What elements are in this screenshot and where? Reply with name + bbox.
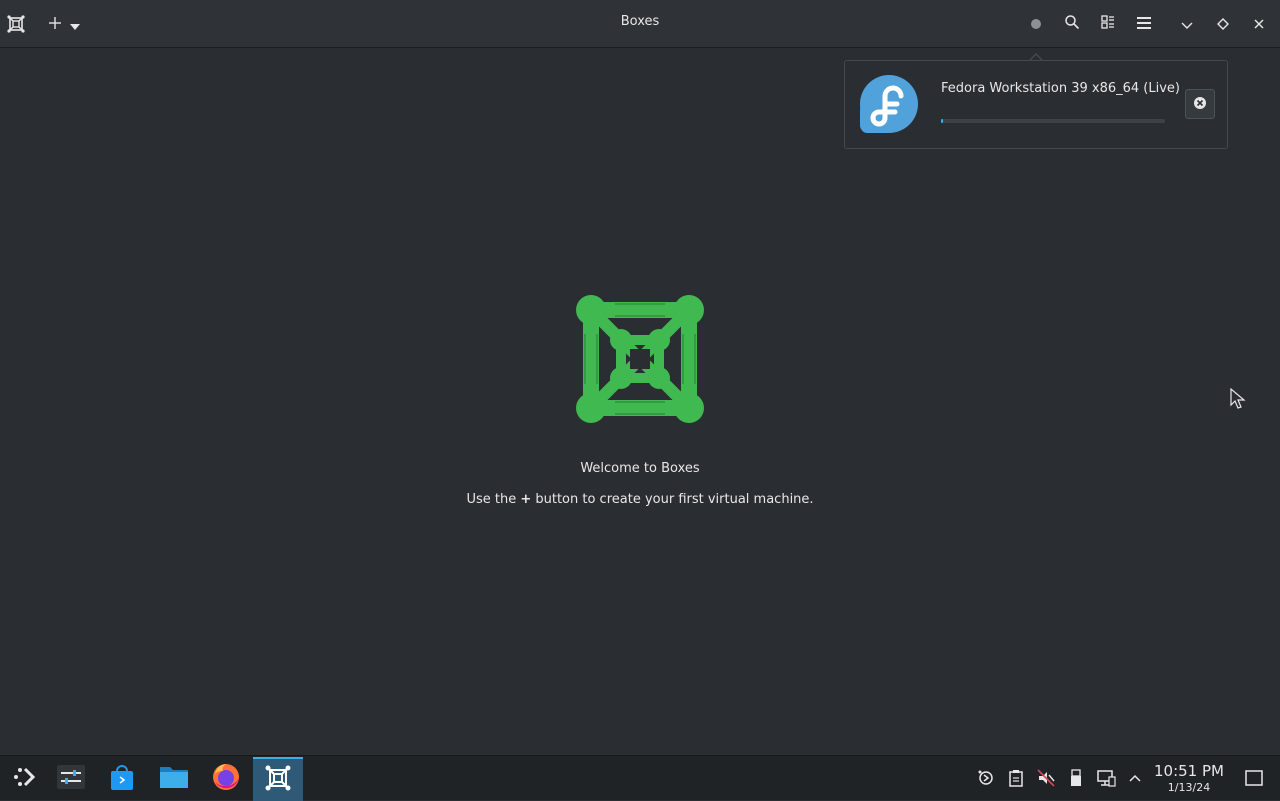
clock-time[interactable]: 10:51 PM: [1150, 762, 1228, 780]
diamond-icon: [1217, 15, 1229, 34]
search-button[interactable]: [1056, 8, 1088, 40]
cancel-download-button[interactable]: [1185, 89, 1215, 119]
header-bar: Boxes: [0, 0, 1280, 48]
shopping-bag-icon: [109, 763, 135, 795]
downloads-indicator-icon: [1030, 15, 1042, 34]
hint-text-start: Use the: [466, 492, 521, 507]
downloads-button[interactable]: [1020, 8, 1052, 40]
firefox-button[interactable]: [201, 757, 251, 801]
main-menu-button[interactable]: [1128, 8, 1160, 40]
maximize-button[interactable]: [1207, 8, 1239, 40]
fedora-logo-icon: [859, 74, 919, 134]
download-progress-fill: [941, 119, 944, 123]
boxes-icon: [265, 765, 291, 795]
close-button[interactable]: [1243, 8, 1275, 40]
steamdeck-launcher-icon: [12, 764, 38, 794]
folder-icon: [159, 764, 189, 794]
downloads-popover: Fedora Workstation 39 x86_64 (Live): [844, 60, 1228, 149]
discover-store-button[interactable]: [97, 757, 147, 801]
hamburger-menu-icon: [1136, 15, 1152, 34]
tray-expand-chevron-up-icon[interactable]: [1125, 768, 1145, 788]
hint-plus: +: [520, 492, 532, 507]
window-title: Boxes: [620, 14, 660, 29]
welcome-title: Welcome to Boxes: [580, 461, 700, 476]
download-progress-bar: [941, 119, 1165, 123]
cancel-circle-icon: [1193, 95, 1207, 114]
boxes-logo-icon: [575, 294, 705, 424]
settings-sliders-icon: [56, 764, 86, 794]
minimize-button[interactable]: [1171, 8, 1203, 40]
network-wired-icon[interactable]: [1096, 768, 1116, 788]
application-launcher-button[interactable]: [0, 757, 50, 801]
chevron-down-icon: [1181, 15, 1193, 34]
view-mode-button[interactable]: [1092, 8, 1124, 40]
boxes-task-button[interactable]: [253, 757, 303, 801]
volume-muted-icon[interactable]: [1036, 768, 1056, 788]
search-icon: [1064, 14, 1080, 34]
close-icon: [1253, 15, 1265, 34]
firefox-icon: [211, 762, 241, 796]
taskbar: 10:51 PM 1/13/24: [0, 755, 1280, 801]
view-mode-icon: [1100, 14, 1116, 34]
show-desktop-button[interactable]: [1244, 768, 1264, 788]
clipboard-icon[interactable]: [1006, 768, 1026, 788]
download-name: Fedora Workstation 39 x86_64 (Live): [941, 81, 1180, 96]
welcome-hint: Use the + button to create your first vi…: [0, 492, 1280, 507]
usb-device-icon[interactable]: [1066, 768, 1086, 788]
hint-text-end: button to create your first virtual mach…: [531, 492, 814, 507]
kde-connect-icon[interactable]: [976, 768, 996, 788]
file-manager-button[interactable]: [149, 757, 199, 801]
clock-date[interactable]: 1/13/24: [1150, 781, 1228, 794]
system-settings-button[interactable]: [46, 757, 96, 801]
mouse-cursor-icon: [1230, 387, 1246, 410]
